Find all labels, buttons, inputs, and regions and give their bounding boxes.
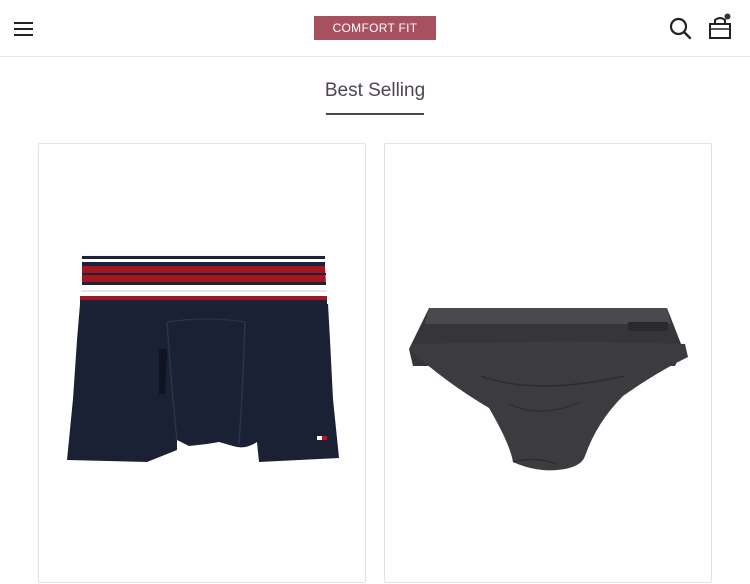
- top-nav-bar: COMFORT FIT: [0, 0, 750, 57]
- product-image-briefs: [409, 308, 688, 471]
- product-card[interactable]: [38, 143, 366, 583]
- cart-badge-dot: [724, 13, 731, 20]
- shopping-bag-icon[interactable]: [706, 12, 734, 42]
- product-image-boxer-briefs: [67, 255, 339, 462]
- brand-logo[interactable]: COMFORT FIT: [314, 16, 436, 40]
- section-title-underline: [326, 113, 424, 115]
- hamburger-menu-icon[interactable]: [12, 18, 36, 40]
- product-card[interactable]: [384, 143, 712, 583]
- section-title: Best Selling: [324, 80, 426, 101]
- search-icon[interactable]: [668, 16, 694, 42]
